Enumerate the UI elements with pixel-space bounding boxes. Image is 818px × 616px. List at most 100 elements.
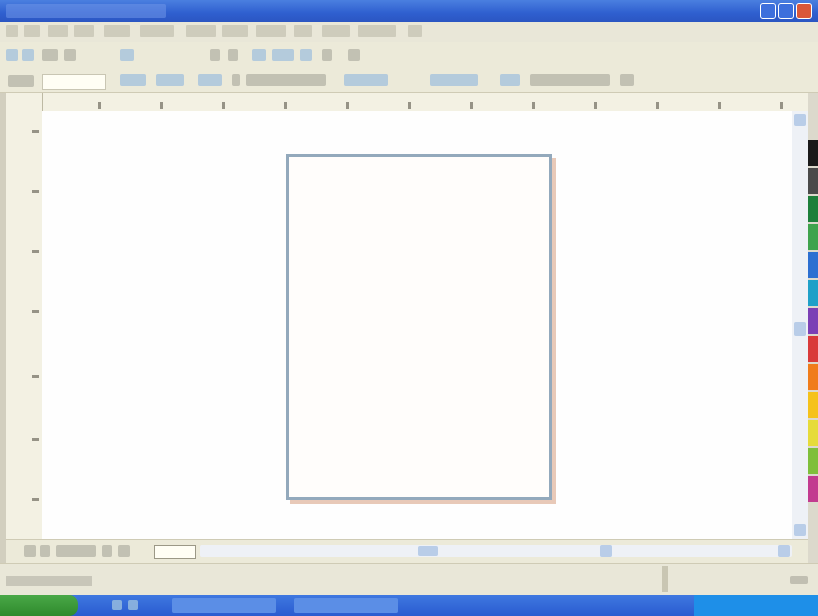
color-swatch[interactable] — [808, 308, 818, 334]
ruler-tick — [656, 102, 659, 109]
duplicate-distance-field[interactable] — [430, 74, 478, 86]
ruler-tick — [594, 102, 597, 109]
minimize-icon[interactable] — [760, 3, 776, 19]
color-swatch[interactable] — [808, 196, 818, 222]
ruler-tick — [222, 102, 225, 109]
quick-launch-icon[interactable] — [112, 600, 122, 610]
scroll-down-icon[interactable] — [794, 524, 806, 536]
vertical-scroll-thumb[interactable] — [794, 322, 806, 336]
start-button[interactable] — [0, 595, 78, 616]
status-divider — [662, 566, 668, 592]
scroll-right-icon[interactable] — [600, 545, 612, 557]
launcher-icon[interactable] — [348, 49, 360, 61]
horizontal-scrollbar[interactable] — [200, 545, 792, 557]
color-swatch[interactable] — [808, 448, 818, 474]
menu-item-4[interactable] — [74, 25, 94, 37]
redo-icon[interactable] — [228, 49, 238, 61]
status-bar — [0, 563, 818, 596]
ruler-tick — [98, 102, 101, 109]
color-swatch[interactable] — [808, 392, 818, 418]
nudge-field[interactable] — [344, 74, 388, 86]
color-swatch[interactable] — [808, 336, 818, 362]
fill-indicator — [790, 576, 808, 584]
menu-item-11[interactable] — [322, 25, 350, 37]
menu-item-10[interactable] — [294, 25, 312, 37]
menu-item-7[interactable] — [186, 25, 216, 37]
paper-type-label — [8, 75, 34, 87]
cut-icon[interactable] — [120, 49, 134, 61]
menu-item-13[interactable] — [408, 25, 422, 37]
status-text — [6, 576, 92, 586]
color-swatch[interactable] — [808, 420, 818, 446]
close-icon[interactable] — [796, 3, 812, 19]
ruler-tick — [32, 375, 39, 378]
undo-icon[interactable] — [210, 49, 220, 61]
paper-size-dropdown[interactable] — [42, 74, 106, 90]
ruler-tick — [32, 250, 39, 253]
color-swatch[interactable] — [808, 168, 818, 194]
document-page[interactable] — [286, 154, 552, 500]
ruler-tick — [780, 102, 783, 109]
color-swatch[interactable] — [808, 280, 818, 306]
height-field[interactable] — [156, 74, 184, 86]
taskbar-button-app[interactable] — [172, 598, 276, 613]
ruler-tick — [718, 102, 721, 109]
ruler-tick — [346, 102, 349, 109]
menu-item-6[interactable] — [140, 25, 174, 37]
color-swatch[interactable] — [808, 476, 818, 502]
clock — [776, 598, 814, 613]
color-swatch[interactable] — [808, 364, 818, 390]
menu-item-1[interactable] — [6, 25, 18, 37]
property-options[interactable] — [530, 74, 610, 86]
menu-item-5[interactable] — [104, 25, 130, 37]
save-icon[interactable] — [42, 49, 58, 61]
taskbar-button-window[interactable] — [294, 598, 398, 613]
window-title — [6, 4, 166, 18]
page-count-label — [56, 545, 96, 557]
vertical-ruler — [6, 93, 43, 539]
options-icon[interactable] — [322, 49, 332, 61]
page-tab[interactable] — [154, 545, 196, 559]
quick-launch-icon[interactable] — [128, 600, 138, 610]
ruler-tick — [408, 102, 411, 109]
menu-item-2[interactable] — [24, 25, 40, 37]
ruler-tick — [32, 190, 39, 193]
color-swatch[interactable] — [808, 252, 818, 278]
zoom-icon[interactable] — [300, 49, 312, 61]
ruler-tick — [32, 310, 39, 313]
width-field[interactable] — [120, 74, 146, 86]
print-icon[interactable] — [64, 49, 76, 61]
open-icon[interactable] — [22, 49, 34, 61]
units-dropdown[interactable] — [246, 74, 326, 86]
ruler-tick — [32, 498, 39, 501]
maximize-icon[interactable] — [778, 3, 794, 19]
ruler-tick — [160, 102, 163, 109]
ruler-tick — [32, 438, 39, 441]
ruler-tick — [470, 102, 473, 109]
menu-item-8[interactable] — [222, 25, 248, 37]
horizontal-ruler — [42, 93, 808, 112]
next-page-icon[interactable] — [102, 545, 112, 557]
menu-item-12[interactable] — [358, 25, 396, 37]
first-page-icon[interactable] — [24, 545, 36, 557]
horizontal-scroll-thumb[interactable] — [418, 546, 438, 556]
menu-item-9[interactable] — [256, 25, 286, 37]
treat-as-filled-icon[interactable] — [500, 74, 520, 86]
orientation-icon[interactable] — [198, 74, 222, 86]
property-extra-icon[interactable] — [620, 74, 634, 86]
ruler-tick — [32, 130, 39, 133]
ruler-tick — [284, 102, 287, 109]
color-swatch[interactable] — [808, 140, 818, 166]
ruler-tick — [532, 102, 535, 109]
last-page-icon[interactable] — [118, 545, 130, 557]
export-icon[interactable] — [272, 49, 294, 61]
units-icon — [232, 74, 240, 86]
color-swatch[interactable] — [808, 224, 818, 250]
menu-item-3[interactable] — [48, 25, 68, 37]
scroll-up-icon[interactable] — [794, 114, 806, 126]
zoom-navigator-icon[interactable] — [778, 545, 790, 557]
new-document-icon[interactable] — [6, 49, 18, 61]
import-icon[interactable] — [252, 49, 266, 61]
previous-page-icon[interactable] — [40, 545, 50, 557]
title-bar — [0, 0, 818, 22]
